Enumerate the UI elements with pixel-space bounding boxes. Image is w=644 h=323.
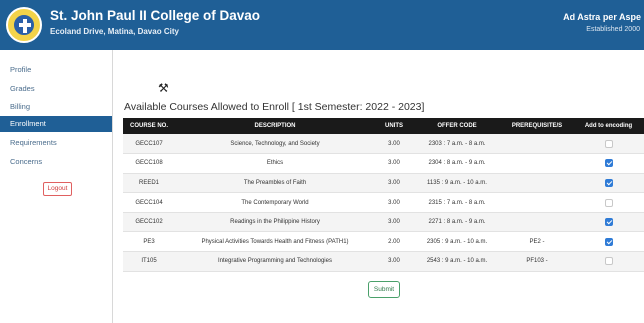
logout-button[interactable]: Logout xyxy=(43,182,72,196)
prerequisite-cell xyxy=(501,134,573,154)
offer-code-cell: 1135 : 9 a.m. - 10 a.m. xyxy=(427,179,487,186)
school-address: Ecoland Drive, Matina, Davao City xyxy=(50,27,179,36)
add-to-encoding-checkbox[interactable] xyxy=(604,159,613,168)
course-no-cell: PE3 xyxy=(143,238,155,245)
prerequisite-cell xyxy=(501,173,573,193)
column-header-offer-code: OFFER CODE xyxy=(437,123,477,129)
course-no-cell: GECC104 xyxy=(135,199,163,206)
sidebar-item-billing[interactable]: Billing xyxy=(0,99,112,115)
prerequisite-cell xyxy=(501,193,573,213)
sidebar: Profile Grades Billing Enrollment Requir… xyxy=(0,50,113,323)
school-name: St. John Paul II College of Davao xyxy=(50,8,261,23)
top-header: St. John Paul II College of Davao Ecolan… xyxy=(0,0,644,50)
offer-code-cell: 2304 : 8 a.m. - 9 a.m. xyxy=(428,160,486,167)
offer-code-cell: 2303 : 7 a.m. - 8 a.m. xyxy=(428,140,486,147)
course-no-cell: GECC107 xyxy=(135,140,163,147)
add-to-encoding-checkbox[interactable] xyxy=(604,218,613,227)
table-row: IT105 Integrative Programming and Techno… xyxy=(123,251,644,272)
description-cell: Integrative Programming and Technologies xyxy=(218,258,332,265)
description-cell: The Contemporary World xyxy=(241,199,309,206)
offer-code-cell: 2315 : 7 a.m. - 8 a.m. xyxy=(428,199,486,206)
units-cell: 2.00 xyxy=(388,238,400,245)
prerequisite-cell xyxy=(501,212,573,232)
page-title: Available Courses Allowed to Enroll [ 1s… xyxy=(124,101,425,113)
established-text: Established 2000 xyxy=(586,26,640,33)
table-header-row: COURSE NO. DESCRIPTION UNITS OFFER CODE … xyxy=(123,118,644,134)
table-row: PE3 Physical Activities Towards Health a… xyxy=(123,232,644,252)
course-no-cell: GECC102 xyxy=(135,219,163,226)
units-cell: 3.00 xyxy=(388,179,400,186)
units-cell: 3.00 xyxy=(388,140,400,147)
school-seal-logo xyxy=(6,7,42,43)
add-to-encoding-checkbox[interactable] xyxy=(604,178,613,187)
sidebar-item-concerns[interactable]: Concerns xyxy=(0,154,112,170)
sidebar-item-requirements[interactable]: Requirements xyxy=(0,135,112,151)
column-header-units: UNITS xyxy=(385,123,403,129)
add-to-encoding-checkbox[interactable] xyxy=(604,237,613,246)
offer-code-cell: 2543 : 9 a.m. - 10 a.m. xyxy=(426,258,488,265)
table-row: GECC108 Ethics 3.00 2304 : 8 a.m. - 9 a.… xyxy=(123,154,644,174)
description-cell: Readings in the Philippine History xyxy=(230,219,320,226)
table-row: GECC107 Science, Technology, and Society… xyxy=(123,134,644,154)
offer-code-cell: 2305 : 9 a.m. - 10 a.m. xyxy=(426,238,488,245)
main-content: ⚒ Available Courses Allowed to Enroll [ … xyxy=(113,50,644,323)
sidebar-item-enrollment[interactable]: Enrollment xyxy=(0,116,112,132)
prerequisite-cell xyxy=(501,154,573,174)
prerequisite-cell: PE2 - xyxy=(529,238,545,245)
sidebar-item-grades[interactable]: Grades xyxy=(0,81,112,97)
column-header-description: DESCRIPTION xyxy=(254,123,296,129)
add-to-encoding-checkbox[interactable] xyxy=(604,257,613,266)
column-header-prerequisites: PREREQUISITE/S xyxy=(511,123,563,129)
offer-code-cell: 2271 : 8 a.m. - 9 a.m. xyxy=(428,219,486,226)
course-no-cell: GECC108 xyxy=(135,160,163,167)
school-motto: Ad Astra per Aspe xyxy=(563,12,641,22)
prerequisite-cell: PF103 - xyxy=(526,258,548,265)
add-to-encoding-checkbox[interactable] xyxy=(604,198,613,207)
description-cell: Science, Technology, and Society xyxy=(230,140,320,147)
units-cell: 3.00 xyxy=(388,160,400,167)
description-cell: The Preambles of Faith xyxy=(243,179,307,186)
units-cell: 3.00 xyxy=(388,199,400,206)
description-cell: Ethics xyxy=(266,160,284,167)
course-no-cell: REED1 xyxy=(138,179,159,186)
courses-table: COURSE NO. DESCRIPTION UNITS OFFER CODE … xyxy=(123,118,644,272)
description-cell: Physical Activities Towards Health and F… xyxy=(201,238,349,245)
units-cell: 3.00 xyxy=(388,258,400,265)
tools-icon: ⚒ xyxy=(158,81,169,95)
add-to-encoding-checkbox[interactable] xyxy=(604,139,613,148)
units-cell: 3.00 xyxy=(388,219,400,226)
column-header-add-to-encoding: Add to encoding xyxy=(584,123,633,129)
submit-button[interactable]: Submit xyxy=(368,281,400,298)
course-no-cell: IT105 xyxy=(141,258,157,265)
column-header-course-no: COURSE NO. xyxy=(129,123,168,129)
table-row: GECC104 The Contemporary World 3.00 2315… xyxy=(123,193,644,213)
table-row: GECC102 Readings in the Philippine Histo… xyxy=(123,212,644,232)
table-row: REED1 The Preambles of Faith 3.00 1135 :… xyxy=(123,173,644,193)
sidebar-item-profile[interactable]: Profile xyxy=(0,62,112,78)
